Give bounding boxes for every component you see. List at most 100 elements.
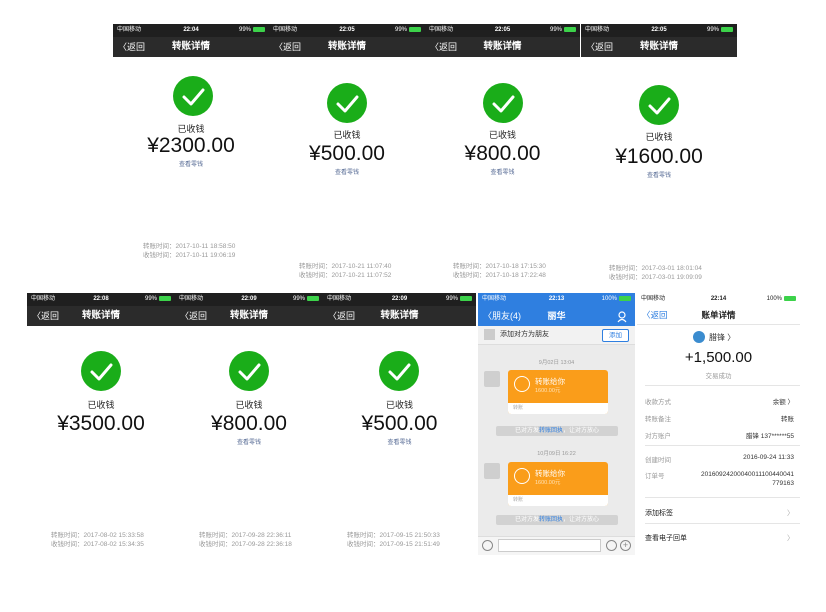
transfer-detail-screen-2: 中国移动 22:05 99% 〈返回 转账详情 已收钱 ¥500.00 查看零钱…	[269, 24, 425, 282]
time-info: 转账时间：2017-09-15 21:50:33 收钱时间：2017-09-15…	[347, 531, 440, 549]
bubble-footer: 转账	[508, 495, 608, 506]
transfer-time: 转账时间：2017-09-28 22:36:11	[199, 532, 292, 539]
transfer-detail-screen-4: 中国移动 22:05 99% 〈返回 转账详情 已收钱 ¥1600.00 查看零…	[581, 24, 737, 286]
view-change-link[interactable]: 查看零钱	[425, 167, 580, 176]
status-bar: 中国移动 22:08 99%	[27, 293, 175, 306]
avatar	[484, 371, 500, 387]
divider	[645, 497, 800, 498]
battery-icon: 99%	[395, 24, 421, 37]
status-bar: 中国移动 22:13 100%	[478, 293, 635, 306]
person-icon	[484, 329, 495, 340]
transfer-time: 转账时间：2017-10-11 18:58:50	[143, 243, 236, 250]
system-message: 已对方发转账回执，让对方放心	[496, 515, 618, 525]
receive-time: 收钱时间：2017-10-18 17:22:48	[453, 272, 546, 279]
add-friend-bar: 添加对方为朋友 添加	[478, 326, 635, 345]
page-title: 转账详情	[171, 41, 210, 52]
bubble-footer: 转账	[508, 403, 608, 414]
nav-bar: 〈朋友(4) 丽华	[478, 306, 635, 326]
payment-method-row: 收款方式 余额 〉	[645, 399, 794, 406]
bill-amount: +1,500.00	[684, 349, 753, 366]
time-info: 转账时间：2017-08-02 15:33:58 收钱时间：2017-08-02…	[51, 531, 144, 549]
counterparty-name[interactable]: 腊锋 〉	[709, 332, 735, 343]
plus-icon[interactable]: +	[620, 540, 631, 551]
page-title: 转账详情	[483, 41, 522, 52]
status-bar: 中国移动 22:09 99%	[175, 293, 323, 306]
nav-bar: 〈返回 转账详情	[27, 306, 175, 326]
view-change-link[interactable]: 查看零钱	[323, 437, 476, 446]
amount: ¥500.00	[309, 142, 385, 165]
message-input[interactable]	[498, 539, 601, 552]
transfer-bubble[interactable]: 转账给你 1600.00元 转账	[508, 462, 608, 506]
transaction-status: 交易成功	[705, 373, 732, 380]
page-title: 转账详情	[639, 41, 678, 52]
status-bar: 中国移动 22:09 99%	[323, 293, 476, 306]
view-change-link[interactable]: 查看零钱	[175, 437, 323, 446]
success-check-icon	[229, 351, 269, 391]
amount: ¥800.00	[464, 142, 541, 165]
transfer-detail-screen-3: 中国移动 22:05 99% 〈返回 转账详情 已收钱 ¥800.00 查看零钱…	[425, 24, 580, 282]
battery-icon: 99%	[145, 293, 171, 306]
voice-icon[interactable]	[482, 540, 493, 551]
success-check-icon	[173, 76, 213, 116]
emoji-icon[interactable]	[606, 540, 617, 551]
success-check-icon	[379, 351, 419, 391]
view-change-link[interactable]: 查看零钱	[113, 159, 269, 168]
nav-bar: 〈返回 转账详情	[425, 37, 580, 57]
nav-bar: 〈返回 转账详情	[323, 306, 476, 326]
chat-title: 丽华	[547, 311, 566, 321]
transfer-bubble[interactable]: 转账给你 1600.00元 转账	[508, 370, 608, 414]
view-receipt-row[interactable]: 查看电子回单〉	[645, 533, 794, 543]
amount: ¥1600.00	[615, 145, 703, 168]
nav-bar: 〈返回 转账详情	[269, 37, 425, 57]
received-label: 已收钱	[333, 130, 361, 140]
add-friend-button[interactable]: 添加	[602, 329, 629, 342]
battery-icon: 100%	[767, 293, 796, 306]
input-bar: +	[478, 536, 635, 555]
transfer-detail-screen-1: 中国移动 22:04 99% 〈返回 转账详情 已收钱 ¥2300.00 查看零…	[113, 24, 269, 276]
success-check-icon	[81, 351, 121, 391]
receive-time: 收钱时间：2017-10-11 19:06:19	[143, 252, 236, 259]
status-bar: 中国移动 22:04 99%	[113, 24, 269, 37]
transfer-time: 转账时间：2017-08-02 15:33:58	[51, 532, 144, 539]
divider	[645, 445, 800, 446]
chat-screen: 中国移动 22:13 100% 〈朋友(4) 丽华 添加对方为朋友 添加 9月0…	[478, 293, 635, 555]
page-title: 账单详情	[701, 310, 736, 320]
time-info: 转账时间：2017-09-28 22:36:11 收钱时间：2017-09-28…	[199, 531, 292, 549]
created-time-row: 创建时间 2016-09-24 11:33	[645, 454, 794, 464]
status-bar: 中国移动 22:05 99%	[581, 24, 737, 37]
receipt-link[interactable]: 转账回执	[539, 517, 563, 523]
amount: ¥2300.00	[147, 134, 235, 157]
nav-bar: 〈返回 转账详情	[113, 37, 269, 57]
system-message: 已对方发转账回执，让对方放心	[496, 426, 618, 436]
view-change-link[interactable]: 查看零钱	[581, 170, 737, 179]
divider	[645, 385, 800, 386]
bubble-amount: 1600.00元	[535, 388, 561, 394]
transfer-time: 转账时间：2017-03-01 18:01:04	[609, 265, 702, 272]
receive-time: 收钱时间：2017-08-02 15:34:35	[51, 541, 144, 548]
page-title: 转账详情	[229, 310, 268, 321]
page-title: 转账详情	[327, 41, 366, 52]
amount: ¥3500.00	[57, 412, 145, 435]
bill-detail-screen: 中国移动 22:14 100% 〈返回 账单详情 腊锋 〉 +1,500.00 …	[637, 293, 800, 555]
receive-time: 收钱时间：2017-09-28 22:36:18	[199, 541, 292, 548]
message-list: 9月02日 13:04 转账给你 1600.00元 转账 已对方发转账回执，让对…	[478, 345, 635, 537]
transfer-detail-screen-5: 中国移动 22:08 99% 〈返回 转账详情 已收钱 ¥3500.00 转账时…	[27, 293, 175, 555]
battery-icon: 100%	[602, 293, 631, 306]
transfer-time: 转账时间：2017-10-21 11:07:40	[299, 263, 392, 270]
add-friend-prompt: 添加对方为朋友	[500, 331, 549, 338]
receipt-link[interactable]: 转账回执	[539, 428, 563, 434]
receive-time: 收钱时间：2017-10-21 11:07:52	[299, 272, 392, 279]
remark-row: 转账备注 转账	[645, 416, 794, 423]
time-info: 转账时间：2017-10-21 11:07:40 收钱时间：2017-10-21…	[299, 262, 391, 280]
add-tag-row[interactable]: 添加标签〉	[645, 508, 794, 518]
received-label: 已收钱	[645, 132, 673, 142]
time-info: 转账时间：2017-10-18 17:15:30 收钱时间：2017-10-18…	[453, 262, 546, 280]
transfer-icon	[514, 376, 530, 392]
battery-icon: 99%	[239, 24, 265, 37]
nav-bar: 〈返回 转账详情	[581, 37, 737, 57]
success-check-icon	[639, 85, 679, 125]
transfer-time: 转账时间：2017-10-18 17:15:30	[453, 263, 546, 270]
success-check-icon	[327, 83, 367, 123]
view-change-link[interactable]: 查看零钱	[269, 167, 425, 176]
status-bar: 中国移动 22:05 99%	[269, 24, 425, 37]
